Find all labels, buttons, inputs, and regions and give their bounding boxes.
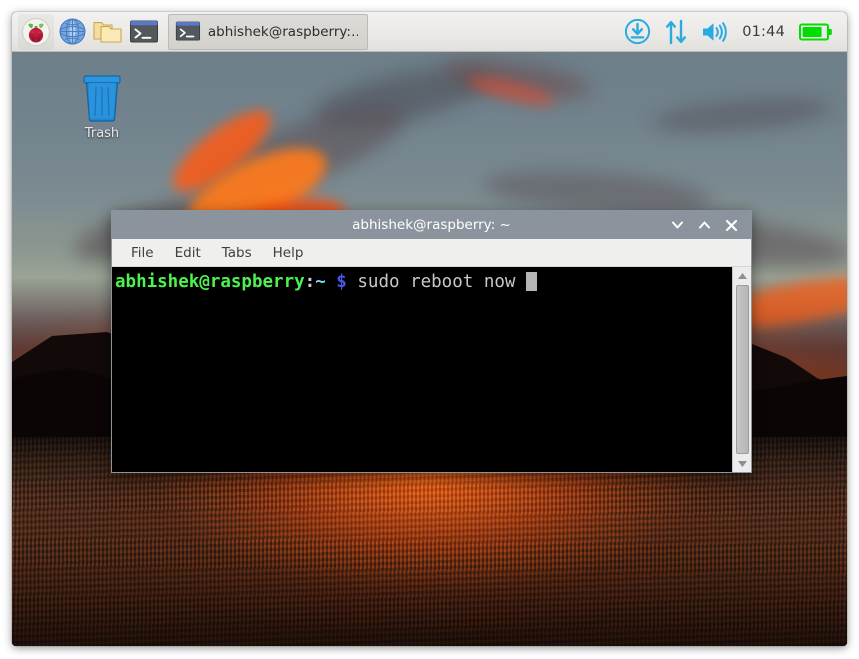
triangle-up-icon: [737, 272, 748, 280]
desktop-icon-trash[interactable]: Trash: [64, 74, 140, 141]
download-circle-icon: [624, 18, 651, 45]
globe-icon: [58, 17, 87, 46]
launcher-terminal[interactable]: [126, 14, 162, 50]
close-button[interactable]: [724, 218, 738, 232]
prompt-symbol: $: [336, 272, 347, 292]
scroll-up-button[interactable]: [734, 268, 751, 283]
terminal-icon: [129, 19, 159, 45]
scrollbar-thumb[interactable]: [736, 285, 749, 454]
prompt-separator: :: [305, 272, 316, 292]
network-updown-icon: [665, 19, 687, 45]
terminal-window[interactable]: abhishek@raspberry: ~: [111, 210, 752, 473]
launcher-web-browser[interactable]: [54, 14, 90, 50]
taskbar-window-button-terminal[interactable]: abhishek@raspberry:…: [168, 14, 368, 50]
taskbar: abhishek@raspberry:…: [12, 12, 847, 52]
window-title: abhishek@raspberry: ~: [112, 217, 751, 233]
desktop[interactable]: Trash abhishek@raspberry: ~: [12, 52, 847, 646]
window-controls: [670, 218, 751, 232]
triangle-down-icon: [737, 460, 748, 468]
folder-icon: [93, 19, 123, 45]
prompt-path: ~: [315, 272, 326, 292]
tray-network-button[interactable]: [665, 19, 687, 45]
scroll-down-button[interactable]: [734, 456, 751, 471]
desktop-icon-label: Trash: [85, 126, 119, 141]
terminal-scrollbar[interactable]: [732, 267, 751, 472]
close-icon: [725, 219, 738, 232]
system-tray: 01:44: [624, 18, 841, 45]
tray-updater-button[interactable]: [624, 18, 651, 45]
window-titlebar[interactable]: abhishek@raspberry: ~: [112, 211, 751, 239]
terminal-icon: [175, 20, 201, 43]
speaker-icon: [701, 20, 728, 44]
minimize-button[interactable]: [670, 218, 684, 232]
tray-clock[interactable]: 01:44: [742, 24, 785, 40]
menu-item-help[interactable]: Help: [264, 242, 313, 264]
menu-item-file[interactable]: File: [122, 242, 163, 264]
maximize-button[interactable]: [697, 218, 711, 232]
prompt-user-host: abhishek@raspberry: [115, 272, 305, 292]
tray-battery-button[interactable]: [799, 22, 833, 42]
chevron-down-icon: [671, 220, 684, 230]
taskbar-window-button-label: abhishek@raspberry:…: [208, 24, 358, 40]
battery-icon: [799, 22, 833, 42]
launcher-raspberry-menu[interactable]: [18, 14, 54, 50]
terminal-command: sudo reboot now: [357, 272, 515, 292]
tray-volume-button[interactable]: [701, 20, 728, 44]
terminal-output[interactable]: abhishek@raspberry:~ $ sudo reboot now: [112, 267, 732, 472]
raspberry-pi-icon: [21, 17, 51, 47]
screen-frame: Trash abhishek@raspberry: ~: [12, 12, 847, 646]
taskbar-launchers: abhishek@raspberry:…: [18, 14, 368, 50]
menu-item-edit[interactable]: Edit: [166, 242, 210, 264]
terminal-body[interactable]: abhishek@raspberry:~ $ sudo reboot now: [112, 267, 751, 472]
menu-item-tabs[interactable]: Tabs: [213, 242, 261, 264]
trash-bin-icon: [80, 74, 124, 122]
chevron-up-icon: [698, 220, 711, 230]
launcher-file-manager[interactable]: [90, 14, 126, 50]
menubar: File Edit Tabs Help: [112, 239, 751, 267]
terminal-cursor: [526, 272, 537, 291]
